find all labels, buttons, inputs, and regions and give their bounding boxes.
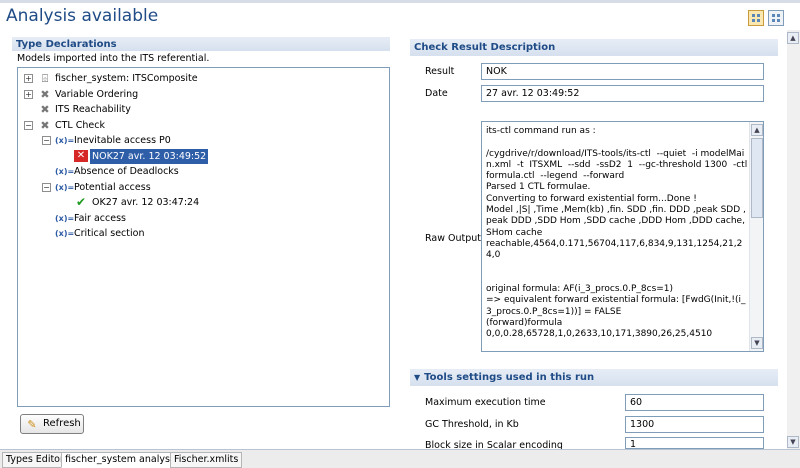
formula-icon: (x)= bbox=[55, 213, 75, 223]
date-field[interactable]: 27 avr. 12 03:49:52 bbox=[481, 85, 764, 102]
collapse-minus-icon[interactable]: − bbox=[24, 120, 33, 130]
view-toolbar bbox=[748, 10, 784, 26]
tree-item-inevitable-access[interactable]: − (x)= Inevitable access P0 bbox=[18, 133, 389, 149]
tree-item-label: Critical section bbox=[74, 228, 145, 239]
raw-output-textarea[interactable]: its-ctl command run as : /cygdrive/r/dow… bbox=[481, 121, 764, 352]
tree-item-label: Fair access bbox=[74, 212, 126, 224]
tree-item-potential-access[interactable]: − (x)= Potential access bbox=[18, 180, 389, 196]
editor-scrollbar[interactable]: ▲ ▼ bbox=[787, 30, 800, 450]
result-field[interactable]: NOK bbox=[481, 63, 764, 80]
gc-threshold-field[interactable]: 1300 bbox=[625, 416, 764, 433]
tool-x-icon: ✖ bbox=[40, 87, 50, 101]
tree-item-label: fischer_system: ITSComposite bbox=[55, 73, 198, 84]
editor-tabbar: Types Editor fischer_system analysis Fis… bbox=[0, 449, 800, 468]
tab-types-editor[interactable]: Types Editor bbox=[2, 452, 68, 468]
scroll-down-icon[interactable]: ▼ bbox=[787, 436, 799, 448]
collapse-triangle-icon[interactable]: ▼ bbox=[414, 373, 420, 382]
max-exec-label: Maximum execution time bbox=[425, 397, 546, 408]
raw-output-label: Raw Output bbox=[425, 233, 482, 244]
formula-icon: (x)= bbox=[55, 182, 75, 192]
top-border bbox=[0, 0, 800, 3]
tree-item-label: Absence of Deadlocks bbox=[74, 166, 179, 177]
scroll-down-icon[interactable]: ▼ bbox=[751, 337, 763, 349]
scroll-up-icon[interactable]: ▲ bbox=[787, 32, 799, 44]
tree-item-label-selected: NOK27 avr. 12 03:49:52 bbox=[90, 148, 209, 164]
tools-settings-title: Tools settings used in this run bbox=[424, 372, 595, 383]
tab-analysis[interactable]: fischer_system analysis bbox=[61, 452, 182, 468]
tree-item-label: Variable Ordering bbox=[55, 88, 139, 100]
tree-item-fair-access[interactable]: (x)= Fair access bbox=[18, 211, 389, 227]
list-view-icon[interactable] bbox=[768, 10, 784, 26]
refresh-label: Refresh bbox=[43, 418, 81, 429]
raw-output-scrollbar[interactable]: ▲ ▼ bbox=[749, 122, 763, 351]
tools-settings-header[interactable]: ▼ Tools settings used in this run bbox=[410, 369, 778, 386]
grid-view-icon[interactable] bbox=[748, 10, 764, 26]
tool-x-icon: ✖ bbox=[40, 118, 50, 132]
check-result-header: Check Result Description bbox=[410, 39, 778, 56]
tree-item-label: CTL Check bbox=[55, 119, 105, 131]
type-declarations-description: Models imported into the ITS referential… bbox=[17, 53, 210, 64]
collapse-minus-icon[interactable]: − bbox=[42, 182, 51, 192]
formula-icon: (x)= bbox=[55, 229, 75, 238]
checkmark-icon: ✔ bbox=[75, 195, 87, 209]
tree-item-label: ITS Reachability bbox=[55, 104, 131, 115]
tree-item-critical-section[interactable]: (x)= Critical section bbox=[18, 226, 389, 242]
formula-icon: (x)= bbox=[55, 136, 75, 145]
tree-item-absence-deadlocks[interactable]: (x)= Absence of Deadlocks bbox=[18, 164, 389, 180]
scroll-thumb[interactable] bbox=[751, 138, 763, 218]
tree-item-label: OK27 avr. 12 03:47:24 bbox=[92, 197, 200, 208]
block-size-field[interactable]: 1 bbox=[625, 437, 764, 449]
max-exec-field[interactable]: 60 bbox=[625, 394, 764, 411]
tree-item-inevitable-result[interactable]: ✕ NOK27 avr. 12 03:49:52 bbox=[18, 148, 389, 165]
refresh-button[interactable]: ✎ Refresh bbox=[20, 414, 84, 434]
type-tree[interactable]: + ⌹ fischer_system: ITSComposite + ✖ Var… bbox=[17, 67, 390, 407]
gc-threshold-label: GC Threshold, in Kb bbox=[425, 419, 519, 430]
refresh-icon: ✎ bbox=[27, 418, 37, 431]
tree-item-variable-ordering[interactable]: + ✖ Variable Ordering bbox=[18, 87, 389, 103]
result-label: Result bbox=[425, 66, 455, 77]
tree-item-root[interactable]: + ⌹ fischer_system: ITSComposite bbox=[18, 71, 389, 87]
tree-item-its-reachability[interactable]: ✖ ITS Reachability bbox=[18, 102, 389, 118]
tree-item-label: Potential access bbox=[74, 181, 151, 193]
tree-item-ctl-check[interactable]: − ✖ CTL Check bbox=[18, 118, 389, 134]
date-label: Date bbox=[425, 88, 448, 99]
tab-xmlits[interactable]: Fischer.xmlits bbox=[170, 452, 243, 468]
collapse-minus-icon[interactable]: − bbox=[42, 136, 51, 145]
tree-item-potential-result[interactable]: ✔ OK27 avr. 12 03:47:24 bbox=[18, 195, 389, 211]
expand-plus-icon[interactable]: + bbox=[24, 74, 33, 83]
page-title: Analysis available bbox=[6, 6, 159, 26]
expand-plus-icon[interactable]: + bbox=[24, 89, 33, 99]
type-declarations-header: Type Declarations bbox=[12, 37, 390, 51]
formula-icon: (x)= bbox=[55, 167, 75, 176]
tool-x-icon: ✖ bbox=[40, 103, 50, 116]
raw-output-text: its-ctl command run as : /cygdrive/r/dow… bbox=[486, 126, 748, 340]
tree-item-label: Inevitable access P0 bbox=[74, 135, 171, 146]
error-x-icon: ✕ bbox=[74, 149, 88, 162]
composite-icon: ⌹ bbox=[41, 72, 49, 85]
scroll-up-icon[interactable]: ▲ bbox=[751, 124, 763, 136]
